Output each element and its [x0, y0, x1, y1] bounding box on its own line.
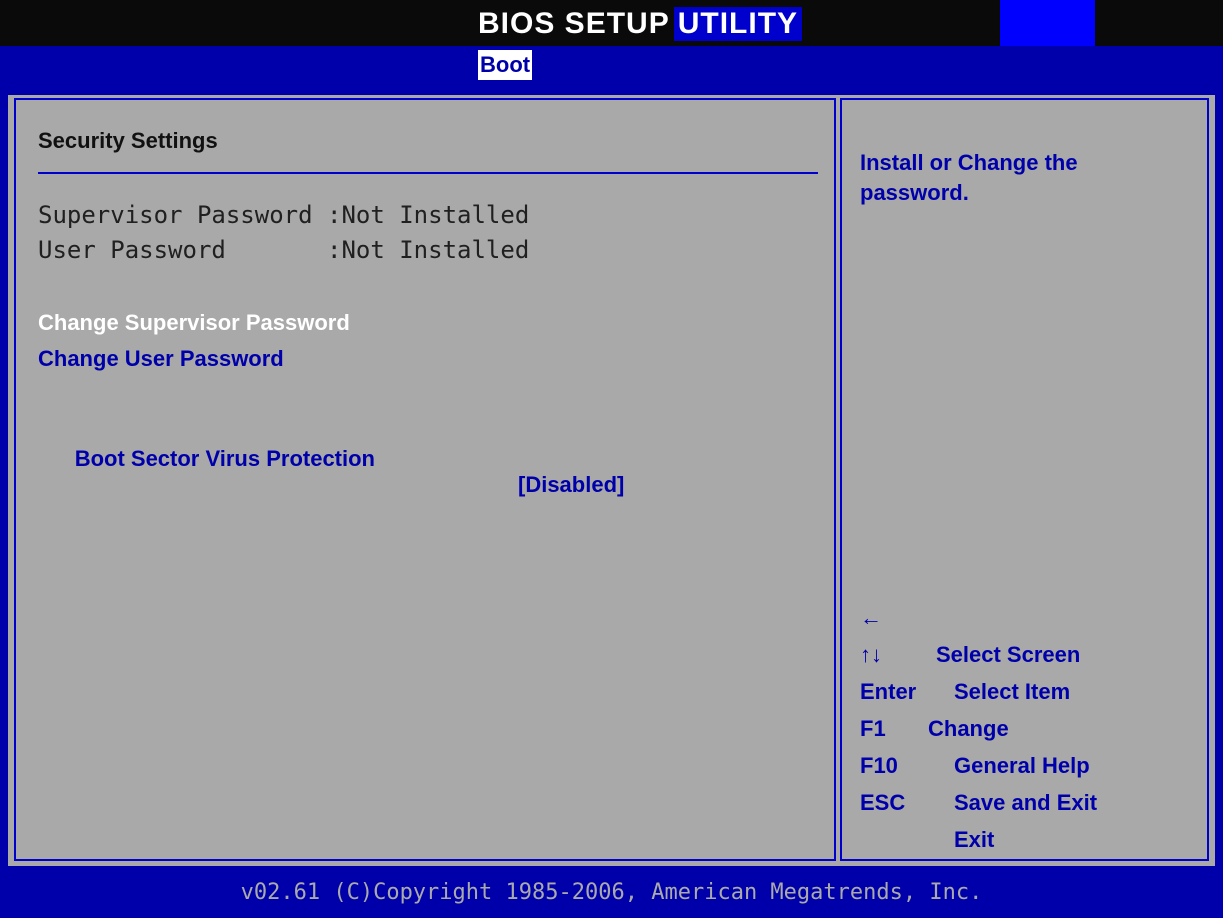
title-part-1: BIOS SETUP	[478, 7, 670, 40]
title-part-2: UTILITY	[673, 7, 803, 41]
copyright-footer: v02.61 (C)Copyright 1985-2006, American …	[0, 866, 1223, 918]
supervisor-password-row: Supervisor Password :Not Installed	[38, 201, 529, 229]
key-esc: ESC	[860, 790, 906, 815]
boot-sector-virus-protection-label: Boot Sector Virus Protection	[74, 446, 375, 471]
bios-title: BIOS SETUP UTILITY	[478, 6, 803, 42]
help-panel: Install or Change the password. ← Select…	[840, 98, 1209, 861]
key-legend-row: ESC Exit	[860, 747, 994, 852]
key-legend: ← Select Screen ↑↓ Select Item Enter Cha…	[860, 562, 1097, 852]
change-user-password-item[interactable]: Change User Password	[38, 346, 284, 372]
boot-sector-virus-protection-value: [Disabled]	[518, 472, 625, 497]
user-password-row: User Password :Not Installed	[38, 236, 529, 264]
title-bar: BIOS SETUP UTILITY	[0, 0, 1223, 46]
key-desc-save-and-exit: Save and Exit	[954, 790, 1098, 815]
key-legend-row: ← Select Screen	[860, 562, 1080, 667]
section-title: Security Settings	[38, 128, 218, 153]
key-desc-select-screen: Select Screen	[936, 642, 1081, 667]
key-desc-general-help: General Help	[954, 753, 1090, 778]
key-desc-select-item: Select Item	[954, 679, 1071, 704]
user-password-label: User Password :	[38, 236, 342, 264]
settings-panel: Security Settings Supervisor Password :N…	[14, 98, 836, 861]
key-legend-row: Enter Change	[860, 636, 1009, 741]
key-desc-change: Change	[928, 716, 1009, 741]
supervisor-password-status: Not Installed	[341, 201, 530, 229]
tab-bar: Boot	[0, 46, 1223, 86]
key-legend-row: F10 Save and Exit	[860, 710, 1097, 815]
key-legend-row: ↑↓ Select Item	[860, 599, 1070, 704]
help-text: Install or Change the password.	[860, 150, 1078, 205]
key-legend-row: F1 General Help	[860, 673, 1090, 778]
section-divider	[38, 172, 818, 174]
copyright-text: v02.61 (C)Copyright 1985-2006, American …	[240, 879, 983, 905]
boot-sector-virus-protection-item[interactable]: Boot Sector Virus Protection [Disabled]	[38, 420, 818, 524]
title-right-block	[1000, 0, 1095, 46]
main-area: Security Settings Supervisor Password :N…	[8, 95, 1215, 866]
key-desc-exit: Exit	[954, 827, 995, 852]
change-supervisor-password-item[interactable]: Change Supervisor Password	[38, 310, 350, 336]
supervisor-password-label: Supervisor Password :	[38, 201, 342, 229]
user-password-status: Not Installed	[341, 236, 530, 264]
tab-boot[interactable]: Boot	[478, 50, 533, 80]
